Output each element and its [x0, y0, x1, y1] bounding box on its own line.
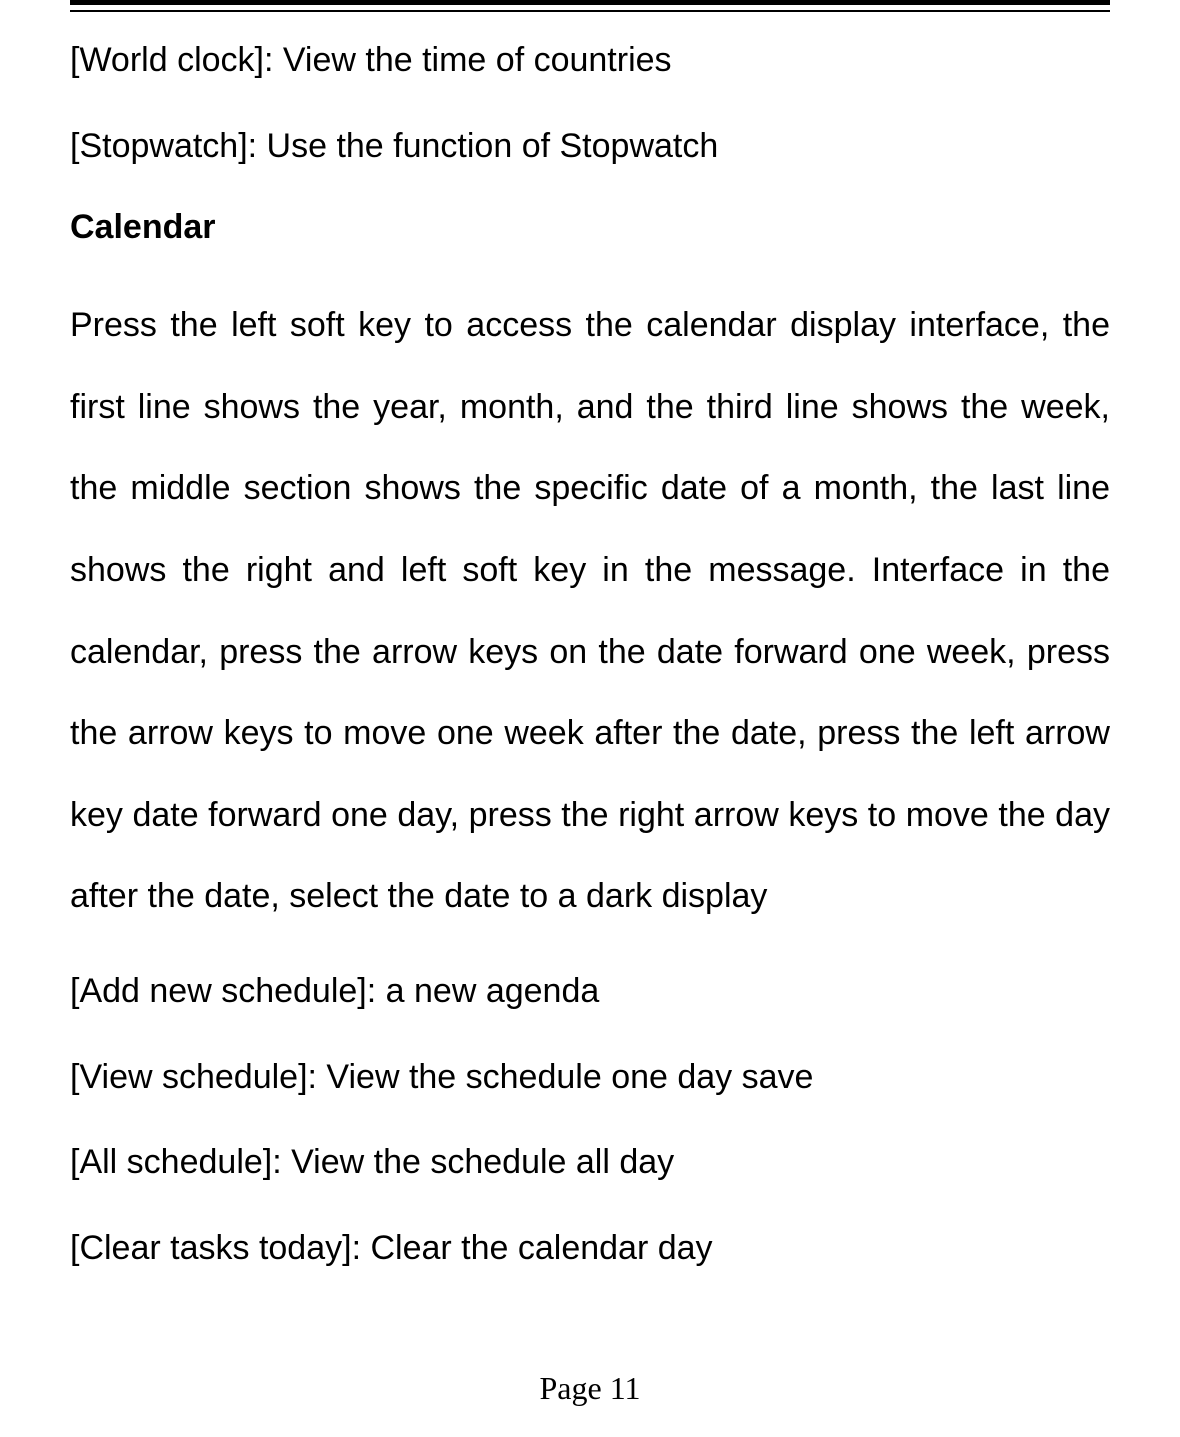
calendar-paragraph: Press the left soft key to access the ca… [70, 285, 1110, 938]
add-new-schedule-line: [Add new schedule]: a new agenda [70, 968, 1110, 1016]
page-footer: Page 11 [0, 1370, 1180, 1407]
view-schedule-line: [View schedule]: View the schedule one d… [70, 1054, 1110, 1102]
all-schedule-line: [All schedule]: View the schedule all da… [70, 1139, 1110, 1187]
clear-tasks-today-line: [Clear tasks today]: Clear the calendar … [70, 1225, 1110, 1273]
document-content: [World clock]: View the time of countrie… [60, 37, 1120, 1272]
stopwatch-line: [Stopwatch]: Use the function of Stopwat… [70, 123, 1110, 171]
calendar-heading: Calendar [70, 208, 1110, 247]
world-clock-line: [World clock]: View the time of countrie… [70, 37, 1110, 85]
page-top-border [70, 0, 1110, 12]
